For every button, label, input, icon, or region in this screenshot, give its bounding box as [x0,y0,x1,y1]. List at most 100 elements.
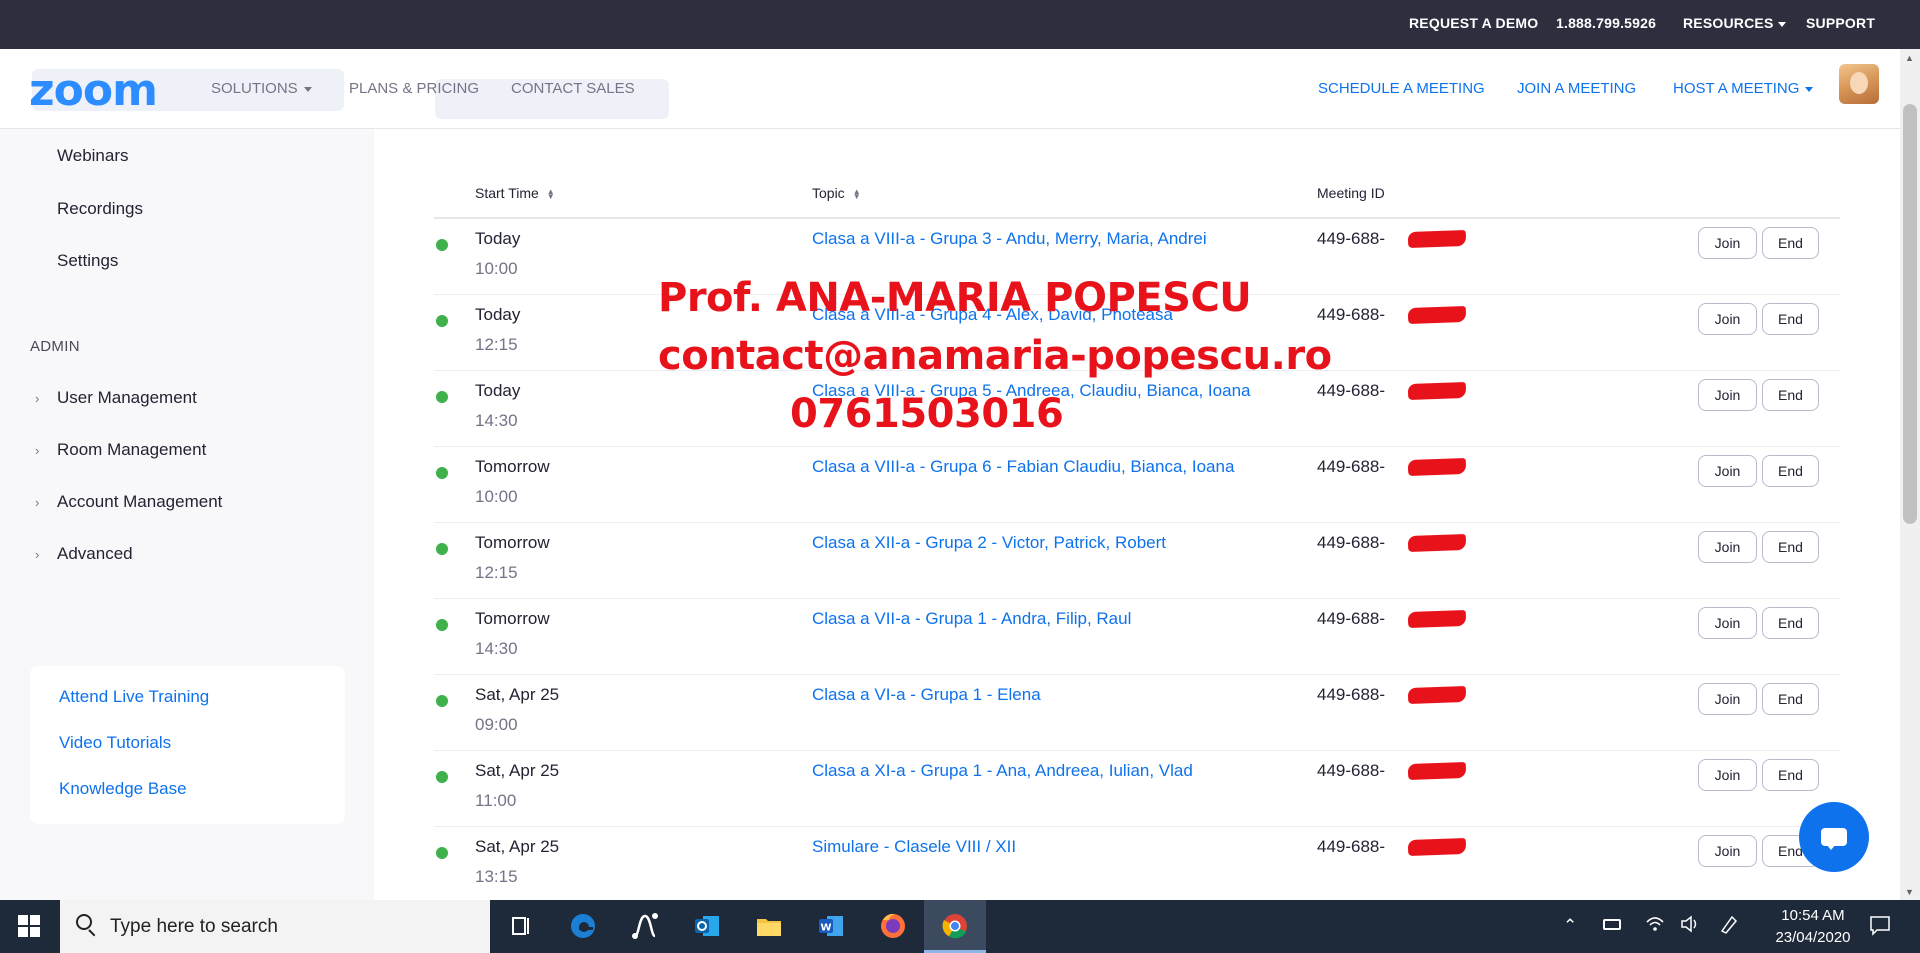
join-button[interactable]: Join [1698,759,1757,791]
join-button[interactable]: Join [1698,455,1757,487]
row-time: 12:15 [475,335,518,354]
solutions-menu[interactable]: SOLUTIONS [211,80,312,97]
meeting-topic-link[interactable]: Clasa a VIII-a - Grupa 6 - Fabian Claudi… [812,457,1234,477]
meeting-topic-link[interactable]: Clasa a XI-a - Grupa 1 - Ana, Andreea, I… [812,761,1193,781]
redaction-mark [1407,381,1467,401]
meeting-id: 449-688- [1317,533,1386,552]
edge-browser-icon[interactable] [567,910,599,942]
chat-button[interactable] [1799,802,1869,872]
host-meeting-menu[interactable]: HOST A MEETING [1673,80,1814,97]
flow-app-icon[interactable] [629,910,661,942]
chevron-down-icon [1805,86,1814,92]
row-day: Today [475,381,521,400]
join-meeting-link[interactable]: JOIN A MEETING [1517,80,1636,97]
clock-time: 10:54 AM [1781,907,1845,924]
sidebar-item-room-management[interactable]: Room Management [57,440,206,460]
windows-taskbar: Type here to search W ⌃ 10:54 AM 23/04/2… [0,900,1920,953]
plans-pricing-link[interactable]: PLANS & PRICING [349,80,479,97]
end-button[interactable]: End [1762,531,1819,563]
scroll-thumb[interactable] [1903,104,1917,524]
pen-icon[interactable] [1718,913,1740,940]
end-button[interactable]: End [1762,227,1819,259]
end-button[interactable]: End [1762,303,1819,335]
column-header-start-time[interactable]: Start Time ▲ ▼ [475,185,555,201]
support-link[interactable]: SUPPORT [1806,15,1875,31]
column-header-topic[interactable]: Topic ▲ ▼ [812,185,861,201]
notifications-icon[interactable] [1868,913,1892,942]
sidebar-item-user-management[interactable]: User Management [57,388,197,408]
attend-live-training-link[interactable]: Attend Live Training [59,687,209,707]
tray-chevron-up-icon[interactable]: ⌃ [1563,916,1577,936]
knowledge-base-link[interactable]: Knowledge Base [59,779,187,799]
sort-icon: ▲ ▼ [852,187,861,202]
battery-icon[interactable] [1603,919,1621,930]
top-utility-bar: REQUEST A DEMO 1.888.799.5926 RESOURCES … [0,0,1920,49]
chrome-active-tab[interactable] [924,900,986,953]
join-button[interactable]: Join [1698,531,1757,563]
meeting-id: 449-688- [1317,609,1386,628]
resources-label: RESOURCES [1683,15,1774,31]
redaction-mark [1407,229,1467,249]
join-button[interactable]: Join [1698,379,1757,411]
windows-start-icon[interactable] [18,915,40,937]
volume-icon[interactable] [1680,914,1702,939]
chevron-down-icon [303,86,312,92]
phone-link[interactable]: 1.888.799.5926 [1556,15,1656,31]
meeting-topic-link[interactable]: Clasa a XII-a - Grupa 2 - Victor, Patric… [812,533,1166,553]
table-row: Sat, Apr 25 11:00 Clasa a XI-a - Grupa 1 -… [434,751,1840,827]
meeting-id: 449-688- [1317,457,1386,476]
zoom-logo[interactable]: zoom [29,69,158,113]
end-button[interactable]: End [1762,759,1819,791]
meeting-id: 449-688- [1317,837,1386,856]
end-button[interactable]: End [1762,455,1819,487]
word-icon[interactable]: W [815,910,847,942]
sidebar-item-recordings[interactable]: Recordings [57,199,143,219]
end-button[interactable]: End [1762,683,1819,715]
taskbar-clock[interactable]: 10:54 AM 23/04/2020 [1773,905,1853,949]
task-view-icon[interactable] [505,910,537,942]
page-scrollbar[interactable]: ▲ ▼ [1900,49,1920,900]
end-button[interactable]: End [1762,607,1819,639]
join-button[interactable]: Join [1698,683,1757,715]
redaction-mark [1407,837,1467,857]
status-dot-icon [436,315,448,327]
firefox-icon[interactable] [877,910,909,942]
sidebar: Webinars Recordings Settings ADMIN › Use… [0,129,374,900]
host-meeting-label: HOST A MEETING [1673,80,1800,97]
meeting-topic-link[interactable]: Simulare - Clasele VIII / XII [812,837,1016,857]
chevron-right-icon: › [35,495,40,510]
outlook-icon[interactable] [691,910,723,942]
table-row: Sat, Apr 25 13:15 Simulare - Clasele VIII … [434,827,1840,900]
sidebar-item-advanced[interactable]: Advanced [57,544,133,564]
taskbar-search[interactable]: Type here to search [60,900,490,953]
join-button[interactable]: Join [1698,303,1757,335]
svg-text:W: W [820,923,831,934]
chevron-right-icon: › [35,547,40,562]
join-button[interactable]: Join [1698,607,1757,639]
resources-menu[interactable]: RESOURCES [1683,15,1787,31]
end-button[interactable]: End [1762,379,1819,411]
table-row: Sat, Apr 25 09:00 Clasa a VI-a - Grupa 1 -… [434,675,1840,751]
scroll-down-icon[interactable]: ▼ [1905,887,1914,897]
schedule-meeting-link[interactable]: SCHEDULE A MEETING [1318,80,1485,97]
meeting-topic-link[interactable]: Clasa a VIII-a - Grupa 3 - Andu, Merry, … [812,229,1207,249]
join-button[interactable]: Join [1698,227,1757,259]
meeting-topic-link[interactable]: Clasa a VI-a - Grupa 1 - Elena [812,685,1041,705]
sidebar-item-webinars[interactable]: Webinars [57,146,129,166]
sidebar-item-account-management[interactable]: Account Management [57,492,222,512]
wifi-icon[interactable] [1645,914,1665,939]
join-button[interactable]: Join [1698,835,1757,867]
redaction-mark [1407,457,1467,477]
row-time: 12:15 [475,563,518,582]
row-time: 10:00 [475,487,518,506]
request-demo-link[interactable]: REQUEST A DEMO [1409,15,1538,31]
file-explorer-icon[interactable] [753,910,785,942]
avatar[interactable] [1839,64,1879,104]
help-card: Attend Live Training Video Tutorials Kno… [30,666,345,824]
video-tutorials-link[interactable]: Video Tutorials [59,733,171,753]
contact-sales-link[interactable]: CONTACT SALES [511,80,635,97]
sidebar-item-settings[interactable]: Settings [57,251,118,271]
watermark-email: contact@anamaria-popescu.ro [658,333,1332,379]
scroll-up-icon[interactable]: ▲ [1905,53,1914,63]
meeting-topic-link[interactable]: Clasa a VII-a - Grupa 1 - Andra, Filip, … [812,609,1131,629]
